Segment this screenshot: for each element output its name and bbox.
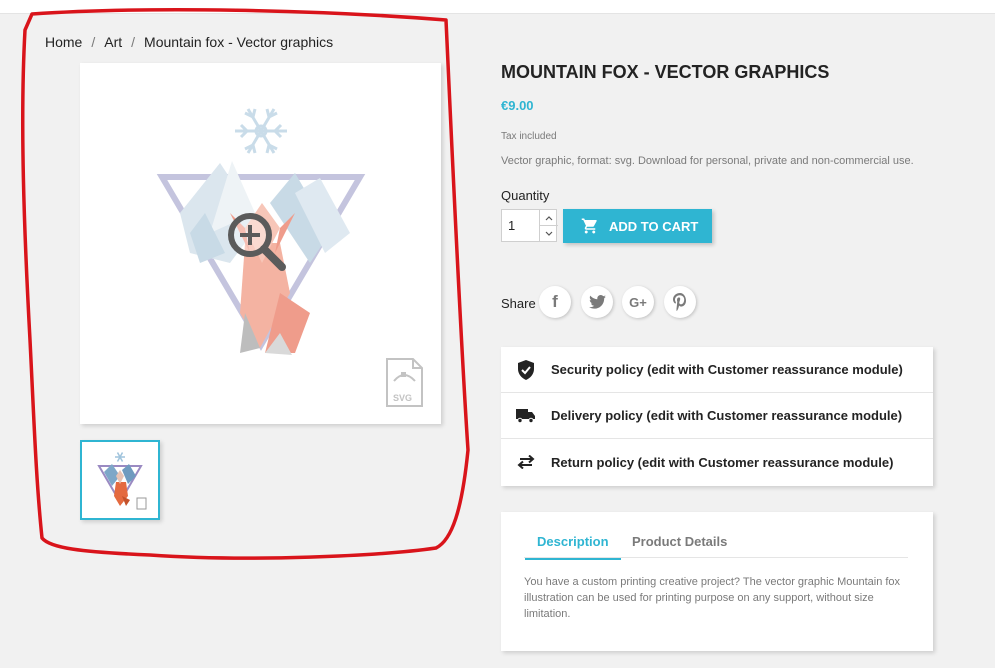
facebook-icon: f — [552, 292, 558, 311]
pinterest-icon — [673, 293, 686, 311]
top-header-bar — [0, 0, 995, 14]
reassurance-text: Delivery policy (edit with Customer reas… — [551, 408, 903, 423]
thumbnail-illustration — [97, 452, 147, 510]
quantity-increase-button[interactable] — [539, 210, 558, 226]
swap-arrows-icon — [517, 455, 535, 469]
facebook-share-button[interactable]: f — [539, 286, 571, 318]
reassurance-item-delivery: Delivery policy (edit with Customer reas… — [501, 393, 933, 439]
reassurance-text: Return policy (edit with Customer reassu… — [551, 454, 894, 470]
share-label: Share — [501, 296, 536, 311]
reassurance-item-security: Security policy (edit with Customer reas… — [501, 347, 933, 393]
quantity-decrease-button[interactable] — [539, 226, 558, 241]
reassurance-text: Security policy (edit with Customer reas… — [551, 362, 903, 377]
svg-badge-label: SVG — [393, 393, 413, 403]
google-plus-icon: G+ — [629, 294, 647, 310]
description-text: You have a custom printing creative proj… — [524, 576, 901, 620]
add-to-cart-label: ADD TO CART — [609, 218, 699, 234]
product-tabs-card: Description Product Details You have a c… — [501, 512, 933, 651]
chevron-down-icon — [545, 231, 553, 236]
product-thumbnail[interactable] — [80, 440, 160, 520]
breadcrumb-separator: / — [91, 34, 96, 50]
mountain-fox-illustration — [156, 108, 423, 407]
breadcrumb-current[interactable]: Mountain fox - Vector graphics — [144, 34, 333, 50]
tab-product-details[interactable]: Product Details — [632, 534, 727, 557]
quantity-stepper — [501, 209, 558, 242]
breadcrumb: Home / Art / Mountain fox - Vector graph… — [45, 34, 333, 50]
breadcrumb-separator: / — [131, 34, 136, 50]
shopping-cart-icon — [581, 218, 597, 234]
tabs-divider — [524, 557, 908, 558]
reassurance-item-return: Return policy (edit with Customer reassu… — [501, 439, 933, 485]
add-to-cart-button[interactable]: ADD TO CART — [563, 209, 712, 243]
snowflake-icon — [235, 108, 287, 154]
product-price: €9.00 — [501, 98, 534, 113]
shield-check-icon — [518, 359, 534, 380]
chevron-up-icon — [545, 215, 553, 220]
twitter-share-button[interactable] — [581, 286, 613, 318]
breadcrumb-home[interactable]: Home — [45, 34, 82, 50]
breadcrumb-art[interactable]: Art — [104, 34, 122, 50]
pinterest-share-button[interactable] — [664, 286, 696, 318]
quantity-input[interactable] — [502, 210, 540, 241]
product-main-image[interactable]: SVG — [80, 63, 441, 424]
google-plus-share-button[interactable]: G+ — [622, 286, 654, 318]
quantity-label: Quantity — [501, 188, 550, 203]
tax-label: Tax included — [501, 131, 557, 142]
product-short-description: Vector graphic, format: svg. Download fo… — [501, 155, 914, 167]
product-title: MOUNTAIN FOX - VECTOR GRAPHICS — [501, 62, 830, 82]
truck-icon — [516, 408, 535, 423]
reassurance-block: Security policy (edit with Customer reas… — [501, 347, 933, 486]
twitter-icon — [588, 295, 606, 309]
